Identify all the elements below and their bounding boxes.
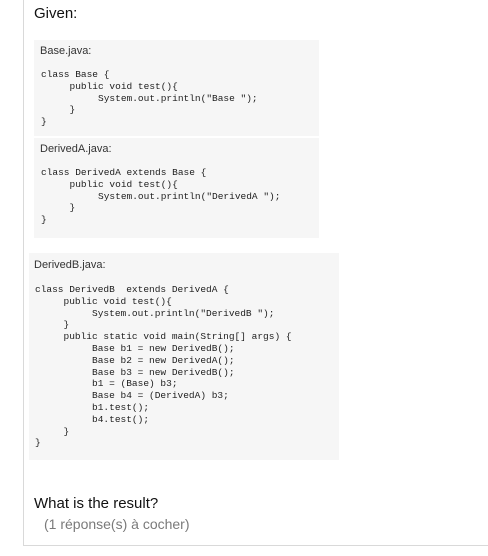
code-deriveda: class DerivedA extends Base { public voi…: [41, 167, 281, 226]
code-image-base: Base.java: class Base { public void test…: [34, 40, 319, 136]
file-name-deriveda: DerivedA.java:: [40, 143, 112, 155]
question-text: What is the result?: [34, 495, 159, 512]
question-card: Given: Base.java: class Base { public vo…: [23, 0, 488, 546]
code-base: class Base { public void test(){ System.…: [41, 69, 258, 128]
code-derivedb: class DerivedB extends DerivedA { public…: [35, 284, 292, 449]
intro-text: Given:: [34, 5, 78, 22]
file-name-base: Base.java:: [40, 45, 92, 57]
code-image-derivedb: DerivedB.java: class DerivedB extends De…: [29, 253, 339, 460]
file-name-derivedb: DerivedB.java:: [34, 259, 106, 271]
answer-instruction: (1 réponse(s) à cocher): [44, 516, 190, 532]
code-image-deriveda: DerivedA.java: class DerivedA extends Ba…: [34, 138, 319, 238]
